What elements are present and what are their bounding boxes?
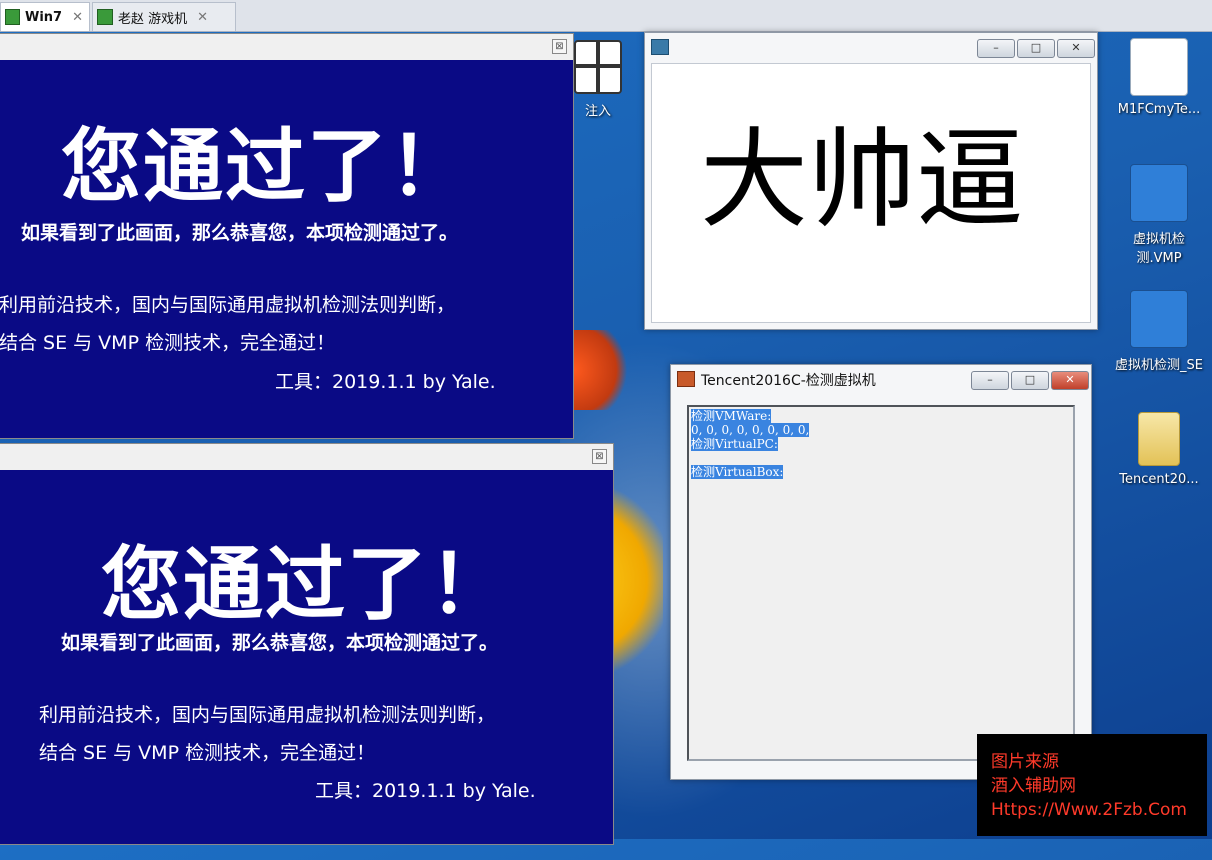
watermark-line3: Https://Www.2Fzb.Com: [991, 800, 1187, 820]
close-button[interactable]: ✕: [1057, 39, 1095, 58]
close-icon[interactable]: ✕: [197, 10, 208, 25]
shield-icon: [1130, 290, 1188, 348]
minimize-button[interactable]: –: [977, 39, 1015, 58]
desktop-icon-tencent-folder[interactable]: Tencent20...: [1114, 412, 1204, 487]
watermark-line1: 图片来源: [991, 752, 1059, 772]
popup-body: 您通过了！ 如果看到了此画面，那么恭喜您，本项检测通过了。 利用前沿技术，国内与…: [0, 60, 573, 438]
subtitle: 如果看到了此画面，那么恭喜您，本项检测通过了。: [61, 632, 499, 654]
shield-icon: [1130, 164, 1188, 222]
icon-label: M1FCmyTe...: [1117, 102, 1201, 117]
window-title: Tencent2016C-检测虚拟机: [701, 373, 876, 389]
icon-label: 注入: [584, 104, 611, 119]
description-line1: 利用前沿技术，国内与国际通用虚拟机检测法则判断，: [0, 294, 456, 316]
close-icon[interactable]: ✕: [72, 10, 83, 25]
description-line1: 利用前沿技术，国内与国际通用虚拟机检测法则判断，: [39, 704, 496, 726]
success-popup-top: ⊠ 您通过了！ 如果看到了此画面，那么恭喜您，本项检测通过了。 利用前沿技术，国…: [0, 33, 574, 439]
vm-icon: [97, 9, 113, 25]
popup-titlebar: ⊠: [0, 444, 613, 470]
source-watermark: 图片来源 酒入辅助网 Https://Www.2Fzb.Com: [977, 734, 1207, 836]
desktop-icon-vm-detect-vmp[interactable]: 虚拟机检测.VMP: [1114, 164, 1204, 266]
tab-game-machine[interactable]: 老赵 游戏机 ✕: [92, 2, 236, 31]
app-logo-icon: [1130, 38, 1188, 96]
big-text: 大帅逼: [700, 118, 1025, 243]
tool-version: 工具：2019.1.1 by Yale.: [275, 371, 496, 393]
close-button[interactable]: ✕: [1051, 371, 1089, 390]
icon-label: 虚拟机检测.VMP: [1132, 232, 1185, 266]
folder-icon: [1138, 412, 1180, 466]
windows-logo-red: [573, 330, 633, 410]
desktop-icon-inject[interactable]: 注入: [556, 40, 640, 119]
description-line2: 结合 SE 与 VMP 检测技术，完全通过！: [39, 742, 376, 764]
output-line: 0, 0, 0, 0, 0, 0, 0, 0,: [691, 423, 810, 437]
desktop-icon-vm-detect-se[interactable]: 虚拟机检测_SE: [1114, 290, 1204, 373]
headline: 您通过了！: [101, 538, 511, 631]
headline: 您通过了！: [61, 120, 471, 213]
dashuaibi-window: – □ ✕ 大帅逼: [644, 32, 1098, 330]
output-line: 检测VirtualPC:: [691, 437, 778, 451]
success-popup-bottom: ⊠ 您通过了！ 如果看到了此画面，那么恭喜您，本项检测通过了。 利用前沿技术，国…: [0, 443, 614, 845]
tab-label: Win7: [24, 9, 63, 25]
output-textarea[interactable]: 检测VMWare: 0, 0, 0, 0, 0, 0, 0, 0, 检测Virt…: [687, 405, 1075, 761]
popup-titlebar: ⊠: [0, 34, 573, 60]
close-button[interactable]: ⊠: [592, 449, 607, 464]
output-line: 检测VMWare:: [691, 409, 772, 423]
minimize-button[interactable]: –: [971, 371, 1009, 390]
vm-icon: [5, 9, 20, 25]
vm-tab-bar: Win7 ✕ 老赵 游戏机 ✕: [0, 0, 1212, 32]
icon-label: 虚拟机检测_SE: [1115, 358, 1203, 373]
gift-icon: [574, 40, 622, 94]
icon-label: Tencent20...: [1119, 472, 1199, 487]
maximize-button[interactable]: □: [1017, 39, 1055, 58]
tool-version: 工具：2019.1.1 by Yale.: [315, 780, 536, 802]
tab-win7[interactable]: Win7 ✕: [0, 2, 90, 31]
output-line: 检测VirtualBox:: [691, 465, 784, 479]
tencent-detect-window: Tencent2016C-检测虚拟机 – □ ✕ 检测VMWare: 0, 0,…: [670, 364, 1092, 780]
app-icon: [651, 39, 669, 55]
description-line2: 结合 SE 与 VMP 检测技术，完全通过！: [0, 332, 336, 354]
subtitle: 如果看到了此画面，那么恭喜您，本项检测通过了。: [21, 222, 459, 244]
tab-label: 老赵 游戏机: [118, 11, 188, 27]
watermark-line2: 酒入辅助网: [991, 776, 1076, 796]
maximize-button[interactable]: □: [1011, 371, 1049, 390]
content-area: 大帅逼: [651, 63, 1091, 323]
desktop-icon-m1fcmyte[interactable]: M1FCmyTe...: [1114, 38, 1204, 117]
popup-body: 您通过了！ 如果看到了此画面，那么恭喜您，本项检测通过了。 利用前沿技术，国内与…: [0, 470, 613, 844]
app-icon: [677, 371, 695, 387]
